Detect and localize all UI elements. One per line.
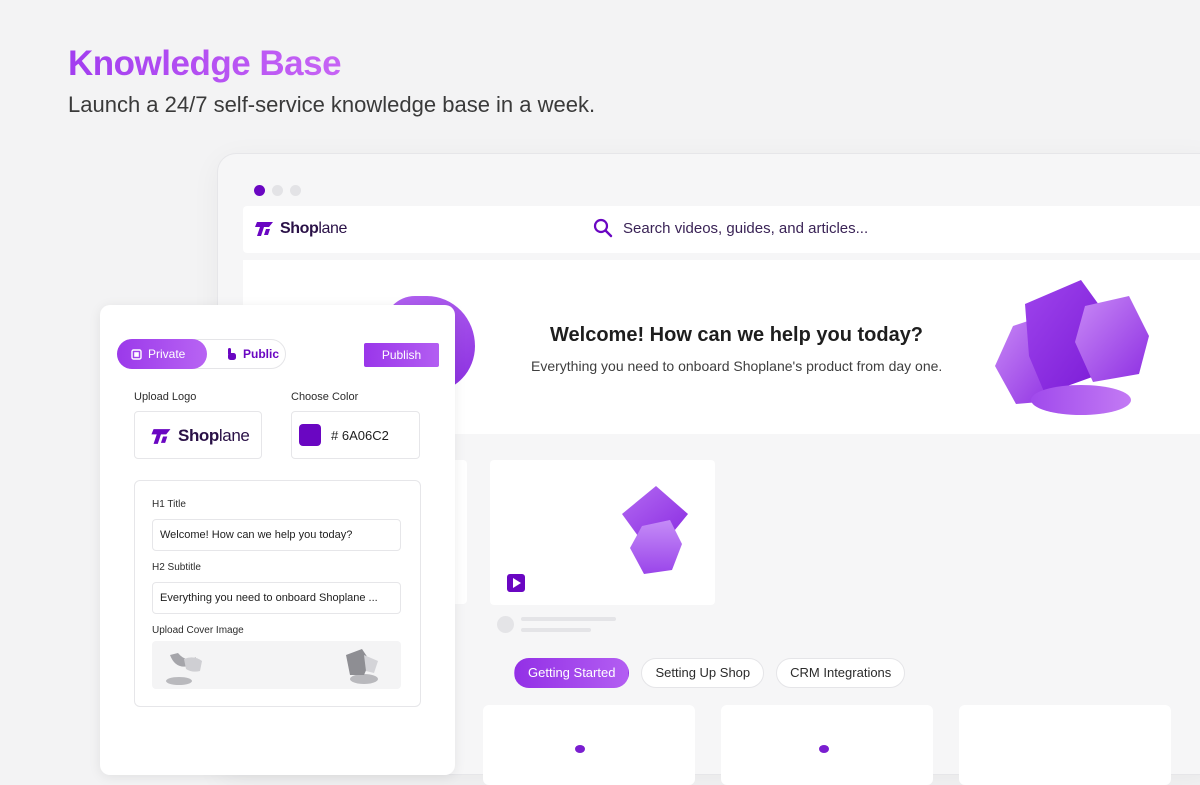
article-card[interactable]: [721, 705, 933, 785]
brand-name: Shoplane: [280, 220, 348, 237]
article-card[interactable]: [959, 705, 1171, 785]
publish-button[interactable]: Publish: [364, 343, 439, 367]
play-icon[interactable]: [507, 574, 525, 592]
public-option[interactable]: Public: [212, 340, 293, 368]
shoplane-logo-icon: [255, 222, 273, 236]
choose-color-label: Choose Color: [291, 391, 359, 403]
h1-title-input[interactable]: Welcome! How can we help you today?: [152, 519, 401, 551]
hero-title: Knowledge Base: [68, 44, 342, 83]
color-hex-value: # 6A06C2: [331, 427, 389, 443]
brand-logo[interactable]: Shoplane: [255, 220, 347, 238]
text-placeholder: [521, 628, 591, 632]
card-icon: [575, 745, 585, 753]
hand-pointer-icon: [228, 348, 236, 360]
visibility-toggle: Private Public: [117, 339, 286, 369]
private-option[interactable]: Private: [117, 339, 207, 369]
window-dot[interactable]: [272, 185, 283, 196]
hexagon-illustration: [622, 486, 688, 574]
shoplane-logo-icon: [151, 428, 171, 444]
brand-name: Shoplane: [178, 426, 250, 445]
window-dot-active[interactable]: [254, 185, 265, 196]
hero-subtitle: Launch a 24/7 self-service knowledge bas…: [68, 92, 596, 117]
h1-title-label: H1 Title: [152, 499, 186, 510]
tab-getting-started[interactable]: Getting Started: [514, 658, 630, 688]
search-placeholder: Search videos, guides, and articles...: [623, 219, 869, 237]
text-placeholder: [521, 617, 616, 621]
card-icon: [819, 745, 829, 753]
article-card[interactable]: [483, 705, 695, 785]
logo-upload[interactable]: Shoplane: [134, 411, 262, 459]
h2-subtitle-label: H2 Subtitle: [152, 562, 201, 573]
cover-image-upload[interactable]: [152, 641, 401, 689]
tab-setting-up-shop[interactable]: Setting Up Shop: [641, 658, 765, 688]
window-dot[interactable]: [290, 185, 301, 196]
brand-logo: Shoplane: [151, 426, 250, 446]
upload-logo-label: Upload Logo: [134, 391, 197, 403]
lock-icon: [131, 348, 142, 360]
kb-editor-panel: Private Public Publish Upload Logo Choos…: [100, 305, 455, 775]
kb-search[interactable]: Search videos, guides, and articles...: [593, 218, 868, 238]
color-picker[interactable]: # 6A06C2: [291, 411, 420, 459]
avatar-placeholder: [497, 616, 514, 633]
h2-subtitle-input[interactable]: Everything you need to onboard Shoplane …: [152, 582, 401, 614]
tab-crm-integrations[interactable]: CRM Integrations: [776, 658, 906, 688]
hexagon-illustration: [995, 280, 1149, 415]
search-icon: [593, 218, 613, 238]
content-fields: H1 Title Welcome! How can we help you to…: [134, 480, 421, 707]
banner-subtitle: Everything you need to onboard Shoplane'…: [531, 358, 943, 374]
cover-image-label: Upload Cover Image: [152, 625, 244, 636]
banner-title: Welcome! How can we help you today?: [550, 324, 924, 346]
video-card[interactable]: [490, 460, 715, 605]
window-dots: [254, 185, 301, 196]
color-swatch[interactable]: [299, 424, 321, 446]
cover-image-illustration: [166, 649, 378, 685]
category-tabs: Getting Started Setting Up Shop CRM Inte…: [514, 658, 906, 688]
kb-header: Shoplane Search videos, guides, and arti…: [243, 206, 1200, 253]
